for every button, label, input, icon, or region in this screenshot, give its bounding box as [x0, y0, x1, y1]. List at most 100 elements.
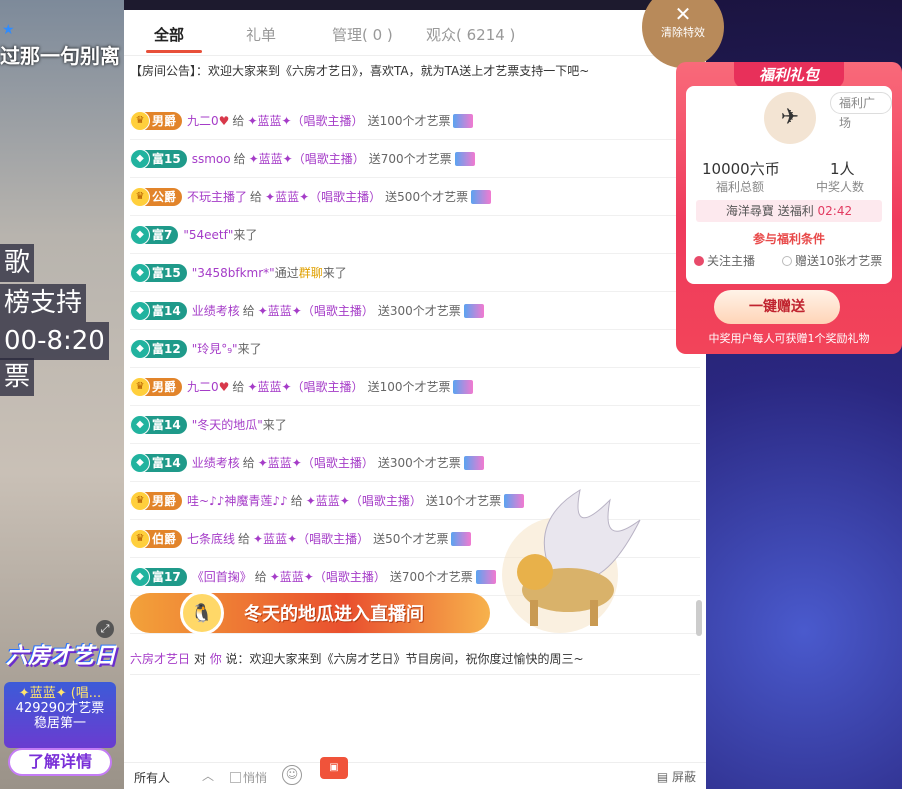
welfare-total-amount: 10000六币	[702, 160, 780, 178]
tab-audience[interactable]: 观众( 6214 )	[426, 24, 515, 45]
check-icon	[694, 256, 704, 266]
learn-more-button[interactable]: 了解详情	[8, 748, 112, 776]
wealth-badge: ◆ 富14	[130, 452, 187, 473]
username[interactable]: 《回首掬》	[192, 568, 252, 585]
condition-gift-label: 赠送10张才艺票	[795, 254, 883, 268]
gift-target[interactable]: ✦蓝蓝✦（唱歌主播）	[258, 302, 374, 319]
diamond-icon: ◆	[130, 262, 150, 283]
welfare-winners-label: 中奖人数	[816, 180, 865, 194]
ticket-icon	[453, 379, 474, 394]
gift-action: 送100个才艺票	[367, 114, 451, 128]
gift-target[interactable]: ✦蓝蓝✦（唱歌主播）	[247, 112, 363, 129]
wealth-badge: ◆ 富14	[130, 300, 187, 321]
whisper-checkbox[interactable]	[230, 772, 241, 783]
gift-verb: 给	[242, 304, 255, 318]
username[interactable]: "54eetf"	[183, 228, 233, 242]
username[interactable]: 七条底线	[187, 530, 235, 547]
gift-target[interactable]: ✦蓝蓝✦（唱歌主播）	[253, 530, 369, 547]
gift-target[interactable]: ✦蓝蓝✦（唱歌主播）	[247, 378, 363, 395]
username[interactable]: 不玩主播了	[187, 188, 247, 205]
gift-action: 送700个才艺票	[389, 570, 473, 584]
stage-sign-4: 票	[0, 358, 35, 396]
username[interactable]: "玲見°₉"	[192, 340, 238, 357]
gift-target[interactable]: ✦蓝蓝✦（唱歌主播）	[265, 188, 381, 205]
recipient-select[interactable]: 所有人	[134, 769, 170, 786]
username[interactable]: "3458bfkmr*"	[192, 266, 275, 280]
chat-panel: 全部 礼单 管理( 0 ) 观众( 6214 ) 【房间公告】：欢迎大家来到《六…	[124, 10, 706, 789]
announce-sender[interactable]: 六房才艺日	[130, 652, 190, 666]
expand-icon[interactable]: ⤢	[96, 620, 114, 638]
ticket-icon	[451, 531, 472, 546]
wealth-badge: ◆ 富17	[130, 566, 187, 587]
gift-verb: 给	[233, 152, 246, 166]
username[interactable]: 业绩考核	[192, 454, 240, 471]
star-icon: ★	[2, 22, 15, 38]
welfare-plaza-button[interactable]: 福利广场	[830, 92, 892, 130]
clear-effects-label: 清除特效	[661, 26, 705, 39]
username[interactable]: 九二0	[187, 378, 219, 395]
one-click-send-button[interactable]: 一键赠送	[714, 290, 840, 324]
enter-text: 来了	[322, 266, 347, 280]
diamond-icon: ◆	[130, 148, 150, 169]
entrance-banner: 🐧 冬天的地瓜进入直播间	[130, 591, 490, 635]
ticket-icon	[463, 455, 484, 470]
welfare-card: ✈ 福利广场 10000六币 福利总额 1人 中奖人数 海洋尋寶 送福利 02:…	[686, 86, 892, 284]
radio-icon	[782, 256, 792, 266]
wealth-badge: ◆ 富7	[130, 224, 179, 245]
whisper-label: 悄悄	[243, 771, 268, 785]
tab-all[interactable]: 全部	[154, 24, 184, 45]
gift-icon[interactable]: ▣	[320, 757, 348, 779]
channel-name: 群聊	[298, 266, 323, 280]
gift-target[interactable]: ✦蓝蓝✦（唱歌主播）	[270, 568, 386, 585]
promo-widget: ⤢ 六房才艺日 ✦蓝蓝✦ (唱... 429290才艺票 稳居第一 了解详情	[0, 620, 124, 789]
badge-label: 富7	[152, 228, 173, 242]
username[interactable]: 哇~♪♪神魔青莲♪♪	[187, 492, 288, 509]
block-button[interactable]: ▤ 屏蔽	[657, 768, 696, 785]
badge-label: 富14	[152, 418, 181, 432]
badge-label: 男爵	[152, 114, 177, 128]
diamond-icon: ◆	[130, 224, 150, 245]
crown-icon: ♛	[130, 528, 150, 549]
announce-you: 你	[209, 652, 222, 666]
tab-admin[interactable]: 管理( 0 )	[332, 24, 393, 45]
condition-follow-label: 关注主播	[707, 254, 756, 268]
chevron-up-icon[interactable]: ︿	[202, 767, 214, 784]
chat-input-bar: 所有人 ︿ 悄悄 ☺ ▣ ▤ 屏蔽	[124, 757, 706, 789]
username[interactable]: 九二0	[187, 112, 219, 129]
badge-label: 富12	[152, 342, 181, 356]
diamond-icon: ◆	[130, 452, 150, 473]
gift-action: 送50个才艺票	[373, 532, 449, 546]
username[interactable]: ssmoo	[192, 152, 231, 166]
diamond-icon: ◆	[130, 300, 150, 321]
gift-target[interactable]: ✦蓝蓝✦（唱歌主播）	[249, 150, 365, 167]
whisper-toggle[interactable]: 悄悄	[230, 769, 267, 786]
username[interactable]: "冬天的地瓜"	[192, 416, 263, 433]
via-text: 通过	[274, 266, 299, 280]
welfare-winners: 1人	[830, 160, 855, 178]
gift-target[interactable]: ✦蓝蓝✦（唱歌主播）	[258, 454, 374, 471]
promo-rank: 稳居第一	[33, 716, 86, 731]
noble-badge: ♛ 男爵	[130, 490, 183, 511]
emoji-icon[interactable]: ☺	[282, 765, 302, 785]
scrollbar[interactable]	[696, 600, 702, 636]
badge-label: 伯爵	[152, 532, 177, 546]
chat-message-row: ♛ 男爵 九二0 ♥ 给 ✦蓝蓝✦（唱歌主播） 送100个才艺票	[130, 368, 700, 406]
welfare-gift-panel: 福利礼包 ✈ 福利广场 10000六币 福利总额 1人 中奖人数 海洋尋寶 送福…	[676, 62, 902, 354]
song-title: 过那一句别离	[0, 44, 120, 68]
chat-message-row: ◆ 富14 业绩考核给 ✦蓝蓝✦（唱歌主播） 送300个才艺票	[130, 444, 700, 482]
promo-anchor: ✦蓝蓝✦ (唱...	[18, 686, 102, 701]
noble-badge: ♛ 男爵	[130, 376, 183, 397]
gift-verb: 给	[238, 532, 251, 546]
ticket-icon	[463, 303, 484, 318]
room-notice: 【房间公告】：欢迎大家来到《六房才艺日》，喜欢TA，就为TA送上才艺票支持一下吧…	[130, 64, 590, 78]
chat-message-row: ♛ 男爵 九二0 ♥ 给 ✦蓝蓝✦（唱歌主播） 送100个才艺票	[130, 102, 700, 140]
gift-action: 送300个才艺票	[377, 304, 461, 318]
username[interactable]: 业绩考核	[192, 302, 240, 319]
crown-icon: ♛	[130, 376, 150, 397]
gift-target[interactable]: ✦蓝蓝✦（唱歌主播）	[306, 492, 422, 509]
gift-verb: 给	[290, 494, 303, 508]
badge-label: 男爵	[152, 494, 177, 508]
wealth-badge: ◆ 富15	[130, 148, 187, 169]
ticket-icon	[471, 189, 492, 204]
tab-gift-list[interactable]: 礼单	[246, 24, 276, 45]
